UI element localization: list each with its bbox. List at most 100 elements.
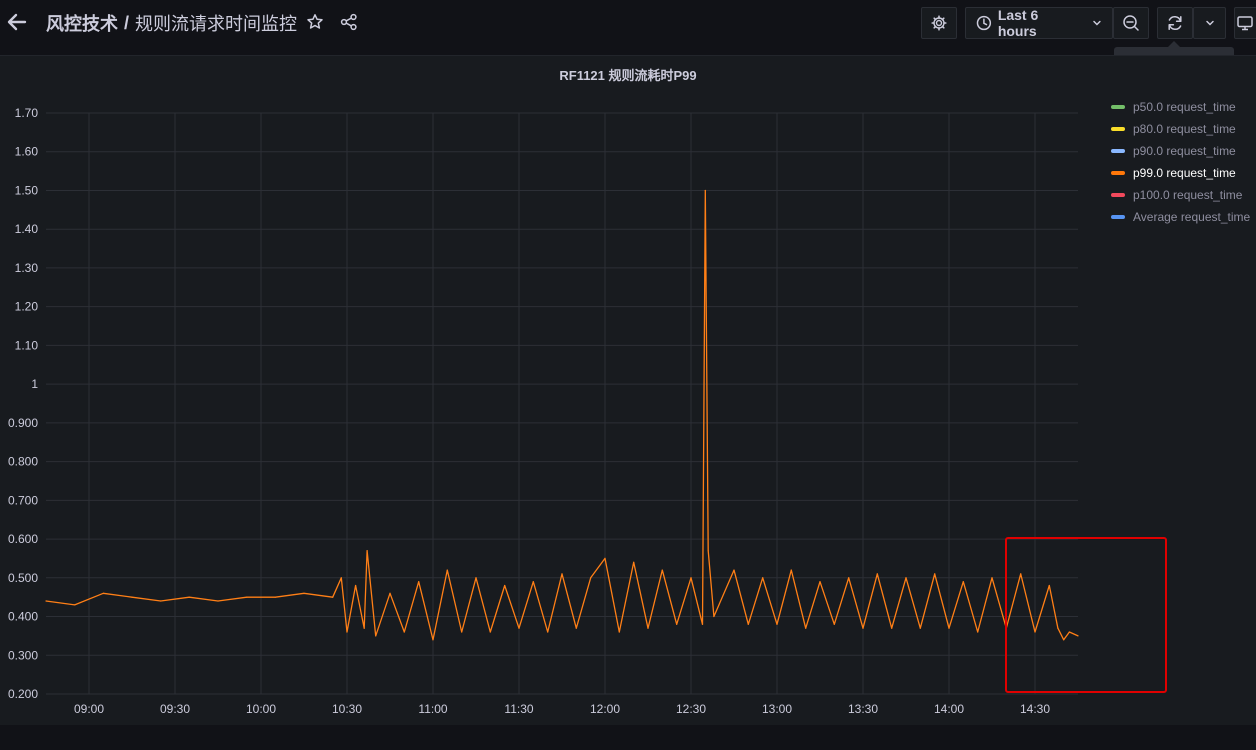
data-point [346,631,348,633]
data-point [676,623,678,625]
legend-item[interactable]: p99.0 request_time [1111,162,1256,184]
data-point [590,577,592,579]
data-point [461,631,463,633]
y-tick-label: 0.900 [8,416,38,430]
legend-item[interactable]: p50.0 request_time [1111,96,1256,118]
legend-swatch [1111,171,1125,175]
data-point [489,631,491,633]
share-icon [340,13,357,31]
data-point [446,569,448,571]
data-point [432,639,434,641]
x-tick-label: 14:30 [1020,702,1050,716]
data-point [518,627,520,629]
star-button[interactable] [304,11,326,33]
data-point [618,631,620,633]
data-point [862,627,864,629]
data-point [332,596,334,598]
data-point [74,604,76,606]
red-annotation-box [1005,537,1167,693]
data-point [303,592,305,594]
data-point [504,584,506,587]
data-point [948,627,950,629]
clock-icon [976,15,992,31]
chevron-down-icon [1205,20,1214,26]
y-tick-label: 0.300 [8,648,38,662]
data-point [575,627,577,629]
dashboard-title: 规则流请求时间监控 [135,14,298,34]
legend-label: p50.0 request_time [1133,100,1236,114]
legend-swatch [1111,215,1125,219]
data-point [389,592,391,594]
data-point [604,557,606,560]
refresh-interval-dropdown[interactable] [1193,7,1226,39]
legend-swatch [1111,149,1125,153]
back-button[interactable] [4,9,30,35]
dashboard-settings-button[interactable] [921,7,957,39]
legend-label: p99.0 request_time [1133,166,1236,180]
y-tick-label: 1.20 [15,300,39,314]
y-tick-label: 1.10 [15,338,39,352]
data-point [805,627,807,629]
share-button[interactable] [338,11,360,33]
breadcrumb: 风控技术 / 规则流请求时间监控 [46,10,297,36]
y-tick-label: 1.60 [15,145,39,159]
refresh-button[interactable] [1157,7,1193,39]
legend-item[interactable]: Average request_time [1111,206,1256,228]
x-tick-label: 13:00 [762,702,792,716]
data-point [919,627,921,629]
legend-item[interactable]: p80.0 request_time [1111,118,1256,140]
data-point [977,631,979,633]
legend-item[interactable]: p90.0 request_time [1111,140,1256,162]
data-point [246,596,248,598]
data-point [747,623,749,625]
data-point [45,600,47,602]
folder-link[interactable]: 风控技术 [46,10,118,36]
x-tick-label: 12:00 [590,702,620,716]
x-tick-label: 09:30 [160,702,190,716]
legend-item[interactable]: p100.0 request_time [1111,184,1256,206]
time-range-label: Last 6 hours [997,7,1039,39]
legend-swatch [1111,105,1125,109]
data-point [561,573,563,575]
data-point [891,627,893,629]
y-tick-label: 1.50 [15,183,39,197]
star-icon [307,14,323,29]
data-point [661,569,663,571]
data-point [776,623,778,625]
data-point [366,550,368,552]
zoom-out-button[interactable] [1113,7,1149,39]
legend-label: Average request_time [1133,210,1251,224]
time-range-picker[interactable]: Last 6 hours [965,7,1113,39]
data-point [547,631,549,633]
y-tick-label: 1.40 [15,222,39,236]
y-tick-label: 1.30 [15,261,39,275]
data-point [704,189,706,192]
data-point [991,577,993,579]
x-tick-label: 12:30 [676,702,706,716]
data-point [790,569,792,571]
data-point [934,573,936,575]
legend-label: p80.0 request_time [1133,122,1236,136]
data-point [131,596,133,598]
refresh-icon [1168,15,1182,31]
x-tick-label: 13:30 [848,702,878,716]
y-tick-label: 0.200 [8,687,38,701]
data-point [532,581,534,583]
y-tick-label: 0.700 [8,493,38,507]
data-point [905,577,907,579]
data-point [355,584,357,587]
x-tick-label: 09:00 [74,702,104,716]
data-point [833,623,835,625]
time-series-chart[interactable]: 1.70 1.60 1.50 1.40 1.30 1.20 1.10 1 0.900 0.800 0… [0,55,1100,725]
data-point [713,615,715,618]
x-tick-label: 10:00 [246,702,276,716]
tv-mode-button[interactable] [1234,7,1256,39]
data-point [102,592,104,594]
chart-legend: p50.0 request_time p80.0 request_time p90.… [1111,96,1256,228]
series-line-p99 [45,189,1079,641]
data-point [217,600,219,602]
chevron-down-icon [1093,20,1101,26]
x-tick-label: 11:00 [418,702,447,716]
legend-label: p90.0 request_time [1133,144,1236,158]
data-point [274,596,276,598]
